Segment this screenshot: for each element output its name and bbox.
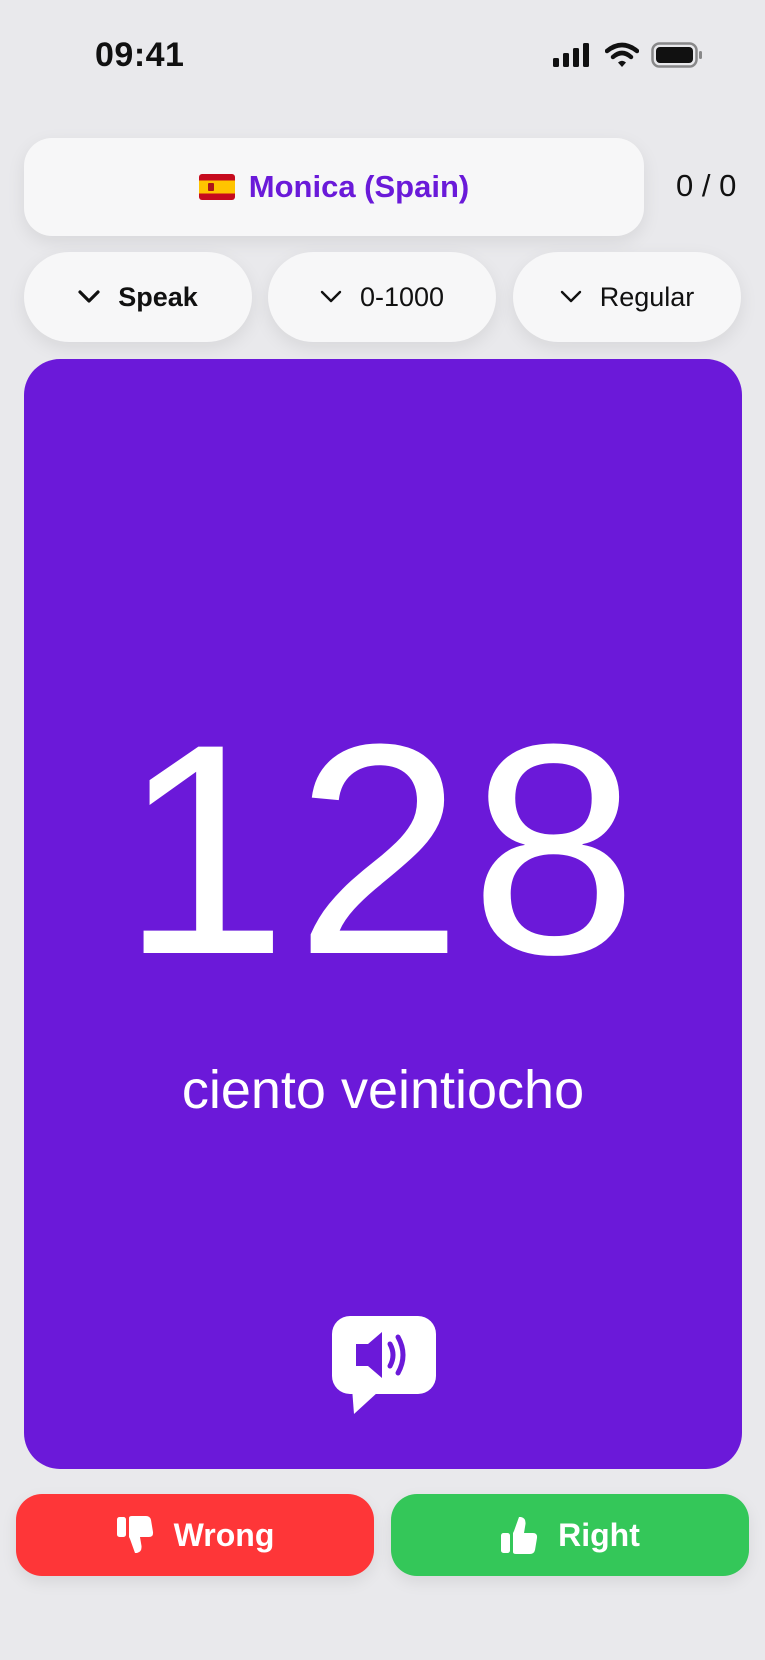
status-time: 09:41	[95, 36, 185, 74]
range-label: 0-1000	[359, 281, 445, 312]
cellular-signal-icon	[553, 43, 589, 67]
number-card: 128 ciento veintiocho	[24, 359, 742, 1469]
voice-name: Monica (Spain)	[248, 169, 470, 204]
right-label: Right	[558, 1516, 640, 1553]
voice-selector-button[interactable]: Monica (Spain)	[24, 138, 644, 236]
spain-flag-icon	[198, 174, 235, 200]
status-icons	[553, 42, 703, 68]
score-counter: 0 / 0	[676, 168, 737, 203]
card-number: 128	[120, 681, 646, 1017]
style-label: Regular	[599, 281, 695, 312]
range-dropdown[interactable]: 0-1000	[268, 252, 496, 342]
status-bar: 09:41	[0, 0, 765, 110]
wrong-button[interactable]: Wrong	[16, 1494, 374, 1576]
mode-dropdown[interactable]: Speak	[24, 252, 252, 342]
wrong-label: Wrong	[173, 1516, 275, 1553]
wifi-icon	[605, 42, 639, 67]
mode-label: Speak	[118, 281, 198, 312]
thumbs-down-icon	[116, 1516, 153, 1553]
chevron-down-icon	[320, 290, 342, 303]
thumbs-up-icon	[501, 1517, 538, 1554]
chevron-down-icon	[560, 290, 581, 303]
card-words: ciento veintiocho	[181, 1060, 585, 1120]
style-dropdown[interactable]: Regular	[513, 252, 741, 342]
right-button[interactable]: Right	[391, 1494, 749, 1576]
battery-icon	[651, 42, 702, 68]
chevron-down-icon	[78, 290, 100, 303]
speech-bubble-speaker-icon[interactable]	[330, 1314, 438, 1414]
